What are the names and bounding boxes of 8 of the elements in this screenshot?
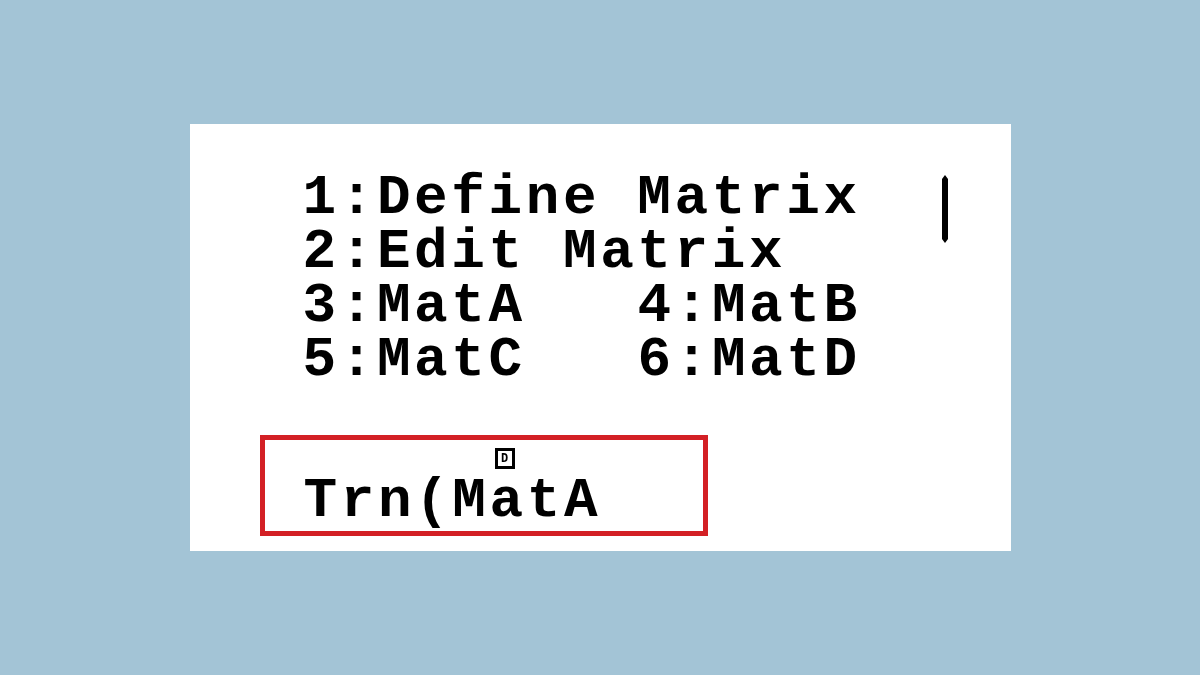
menu-item[interactable]: 3:MatA: [302, 279, 638, 333]
menu-item[interactable]: 6:MatD: [637, 333, 861, 387]
menu-item[interactable]: 5:MatC: [302, 333, 638, 387]
menu-item[interactable]: 4:MatB: [637, 279, 861, 333]
menu-item[interactable]: 1:Define Matrix: [302, 171, 861, 225]
entry-expression: Trn(MatA: [303, 474, 602, 531]
menu-item[interactable]: 2:Edit Matrix: [302, 225, 861, 279]
mode-indicator: D: [494, 448, 515, 469]
